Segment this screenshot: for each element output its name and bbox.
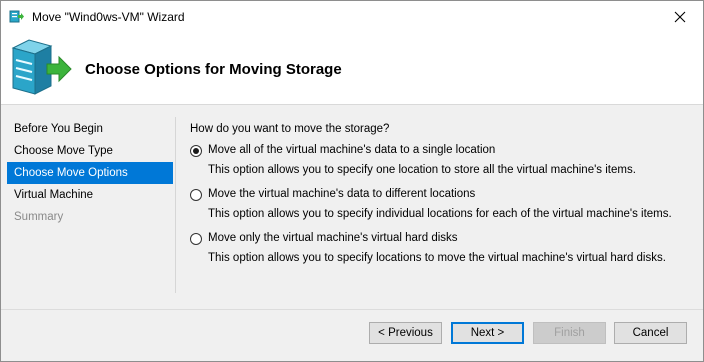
- radio-different-locations[interactable]: [190, 189, 202, 201]
- nav-item-virtual-machine[interactable]: Virtual Machine: [7, 184, 173, 206]
- finish-button: Finish: [533, 322, 606, 344]
- option-label[interactable]: Move only the virtual machine's virtual …: [208, 232, 458, 244]
- storage-move-icon: [11, 39, 72, 95]
- option-description: This option allows you to specify locati…: [208, 252, 666, 264]
- title-bar: Move "Wind0ws-VM" Wizard: [1, 1, 703, 32]
- radio-virtual-hard-disks[interactable]: [190, 233, 202, 245]
- nav-item-before-you-begin[interactable]: Before You Begin: [7, 118, 173, 140]
- close-button[interactable]: [657, 1, 703, 32]
- radio-single-location[interactable]: [190, 145, 202, 157]
- page-title: Choose Options for Moving Storage: [85, 61, 342, 78]
- window-title: Move "Wind0ws-VM" Wizard: [32, 9, 185, 24]
- options-panel: How do you want to move the storage? Mov…: [190, 123, 690, 277]
- cancel-button[interactable]: Cancel: [614, 322, 687, 344]
- previous-button[interactable]: < Previous: [369, 322, 442, 344]
- option-different-locations[interactable]: Move the virtual machine's data to diffe…: [190, 188, 690, 233]
- nav-item-choose-move-options[interactable]: Choose Move Options: [7, 162, 173, 184]
- vm-move-icon: [9, 10, 24, 22]
- close-icon: [674, 11, 686, 22]
- next-button[interactable]: Next >: [451, 322, 524, 344]
- button-bar-separator: [1, 309, 703, 310]
- wizard-steps-nav: Before You Begin Choose Move Type Choose…: [7, 118, 173, 228]
- option-description: This option allows you to specify one lo…: [208, 164, 636, 176]
- nav-item-choose-move-type[interactable]: Choose Move Type: [7, 140, 173, 162]
- storage-question: How do you want to move the storage?: [190, 123, 390, 135]
- option-label[interactable]: Move all of the virtual machine's data t…: [208, 144, 495, 156]
- wizard-window: Move "Wind0ws-VM" Wizard Choose Options …: [0, 0, 704, 362]
- option-label[interactable]: Move the virtual machine's data to diffe…: [208, 188, 475, 200]
- wizard-header: Choose Options for Moving Storage: [1, 32, 703, 105]
- option-single-location[interactable]: Move all of the virtual machine's data t…: [190, 144, 690, 189]
- option-description: This option allows you to specify indivi…: [208, 208, 672, 220]
- nav-divider: [175, 117, 176, 293]
- nav-item-summary: Summary: [14, 211, 64, 223]
- option-virtual-hard-disks[interactable]: Move only the virtual machine's virtual …: [190, 232, 690, 277]
